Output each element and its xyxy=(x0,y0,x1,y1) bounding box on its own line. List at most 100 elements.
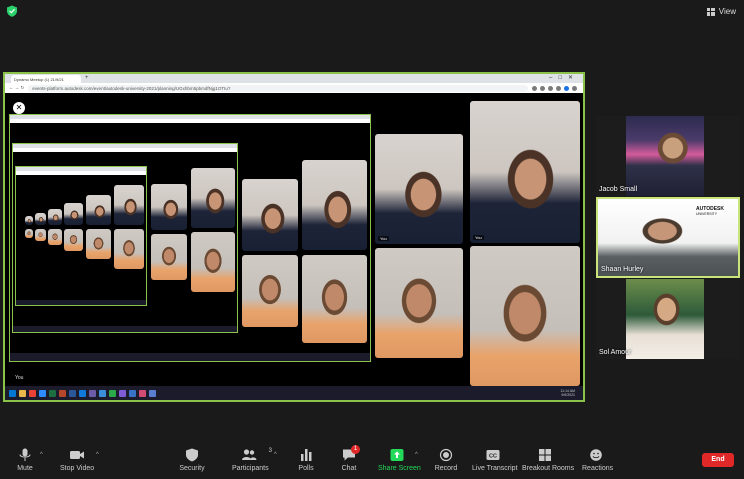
app-icon[interactable] xyxy=(119,389,126,397)
record-icon xyxy=(439,448,453,462)
live-transcript-label: Live Transcript xyxy=(472,465,518,472)
mute-button[interactable]: Mute xyxy=(12,448,38,476)
windows-taskbar: 11:14 AM 9/9/2021 xyxy=(5,386,583,400)
polls-icon xyxy=(301,449,312,461)
close-icon[interactable]: ✕ xyxy=(13,102,25,114)
nested-taskbar xyxy=(10,353,370,361)
share-screen-label: Share Screen xyxy=(378,465,421,472)
shared-video-tile xyxy=(375,248,463,358)
nested-video-tile xyxy=(86,229,111,259)
browser-tab-strip: Dynamo Meetup (1) 21/9/21 + ‒□✕ xyxy=(5,74,583,83)
chrome-icon[interactable] xyxy=(29,389,36,397)
chat-label: Chat xyxy=(341,465,357,472)
nested-video-tile xyxy=(64,203,83,225)
grid-view-icon xyxy=(706,7,715,16)
participants-button[interactable]: 3 Participants xyxy=(232,448,272,476)
nested-video-tile xyxy=(151,184,187,230)
share-options-caret[interactable]: ^ xyxy=(415,452,418,458)
participants-label: Participants xyxy=(232,465,269,472)
record-button[interactable]: Record xyxy=(434,448,458,476)
nested-screen xyxy=(15,166,147,306)
nested-video-tile xyxy=(48,229,62,245)
microphone-icon xyxy=(19,448,31,461)
top-bar: View xyxy=(0,0,744,22)
participant-name: Shaan Hurley xyxy=(601,266,644,273)
windows-start-icon[interactable] xyxy=(9,389,16,397)
participants-icon xyxy=(242,449,257,460)
powerpoint-icon[interactable] xyxy=(59,389,66,397)
participant-video xyxy=(626,116,704,196)
view-button[interactable]: View xyxy=(706,5,736,18)
security-shield-icon xyxy=(186,448,198,462)
nested-video-tile xyxy=(35,229,46,241)
participant-name: Jacob Small xyxy=(599,186,638,193)
closed-caption-icon: CC xyxy=(486,450,500,460)
zoom-icon[interactable] xyxy=(39,389,46,397)
app-icon[interactable] xyxy=(149,389,156,397)
nested-video-tile xyxy=(151,234,187,280)
taskbar-clock: 11:14 AM 9/9/2021 xyxy=(560,389,583,398)
clock-date: 9/9/2021 xyxy=(561,393,575,397)
video-tile-label: You xyxy=(378,236,389,241)
reactions-label: Reactions xyxy=(582,465,614,472)
self-label: You xyxy=(15,375,24,381)
nav-arrows-icon[interactable]: ← → ↻ xyxy=(9,85,24,91)
nested-video-tile xyxy=(302,160,367,250)
share-screen-icon xyxy=(390,449,404,461)
reactions-button[interactable]: Reactions xyxy=(582,448,614,476)
participants-options-caret[interactable]: ^ xyxy=(274,452,277,458)
autodesk-university-logo: AUTODESK UNIVERSITY xyxy=(696,206,724,217)
encryption-shield-icon[interactable] xyxy=(6,5,18,17)
share-screen-button[interactable]: Share Screen xyxy=(378,448,421,476)
nested-video-tile xyxy=(25,216,33,225)
excel-icon[interactable] xyxy=(49,389,56,397)
security-button[interactable]: Security xyxy=(178,448,206,476)
breakout-rooms-icon xyxy=(539,449,551,461)
video-tile-label: You xyxy=(473,235,484,240)
polls-label: Polls xyxy=(298,465,314,472)
breakout-rooms-button[interactable]: Breakout Rooms xyxy=(522,448,575,476)
word-icon[interactable] xyxy=(69,389,76,397)
nested-video-tile xyxy=(114,185,144,225)
end-meeting-button[interactable]: End xyxy=(702,453,734,467)
participant-tile-jacob[interactable]: Jacob Small xyxy=(596,116,740,196)
shared-video-tile xyxy=(470,246,580,386)
app-icon[interactable] xyxy=(109,389,116,397)
window-controls-icon[interactable]: ‒□✕ xyxy=(549,74,579,81)
revit-icon[interactable] xyxy=(79,389,86,397)
address-bar[interactable]: events-platform.autodesk.com/event/autod… xyxy=(28,84,528,92)
nested-video-tile xyxy=(242,255,298,327)
video-camera-icon xyxy=(70,451,84,459)
chat-button[interactable]: 1 Chat xyxy=(340,445,360,476)
security-label: Security xyxy=(179,465,205,472)
nested-video-tile xyxy=(191,232,235,292)
reactions-smiley-icon xyxy=(590,449,602,461)
nested-video-tile xyxy=(302,255,367,343)
participant-tile-shaan[interactable]: AUTODESK UNIVERSITY Shaan Hurley xyxy=(596,197,740,278)
app-icon[interactable] xyxy=(139,389,146,397)
nested-screen xyxy=(12,143,238,333)
nested-taskbar xyxy=(16,300,146,305)
file-explorer-icon[interactable] xyxy=(19,389,26,397)
nested-video-tile xyxy=(191,168,235,228)
video-options-caret[interactable]: ^ xyxy=(96,452,99,458)
extension-icons xyxy=(532,85,583,91)
app-icon[interactable] xyxy=(129,389,136,397)
teams-icon[interactable] xyxy=(89,389,96,397)
live-transcript-button[interactable]: CC Live Transcript xyxy=(472,448,518,476)
browser-tab[interactable]: Dynamo Meetup (1) 21/9/21 xyxy=(11,75,81,83)
stop-video-button[interactable]: Stop Video xyxy=(60,448,94,476)
polls-button[interactable]: Polls xyxy=(296,448,316,476)
app-icon[interactable] xyxy=(99,389,106,397)
nested-video-tile xyxy=(25,229,33,238)
breakout-rooms-label: Breakout Rooms xyxy=(522,465,575,472)
audio-options-caret[interactable]: ^ xyxy=(40,452,43,458)
nested-taskbar xyxy=(13,326,237,332)
new-tab-icon[interactable]: + xyxy=(85,75,89,81)
clock-time: 11:14 AM xyxy=(560,388,575,393)
nested-video-tile xyxy=(86,195,111,225)
svg-text:CC: CC xyxy=(489,454,497,460)
meeting-toolbar: Mute ^ Stop Video ^ Security 3 Participa… xyxy=(0,441,744,479)
participant-tile-sol[interactable]: Sol Amour xyxy=(596,279,740,359)
shared-screen[interactable]: Dynamo Meetup (1) 21/9/21 + ‒□✕ ← → ↻ ev… xyxy=(3,72,585,402)
